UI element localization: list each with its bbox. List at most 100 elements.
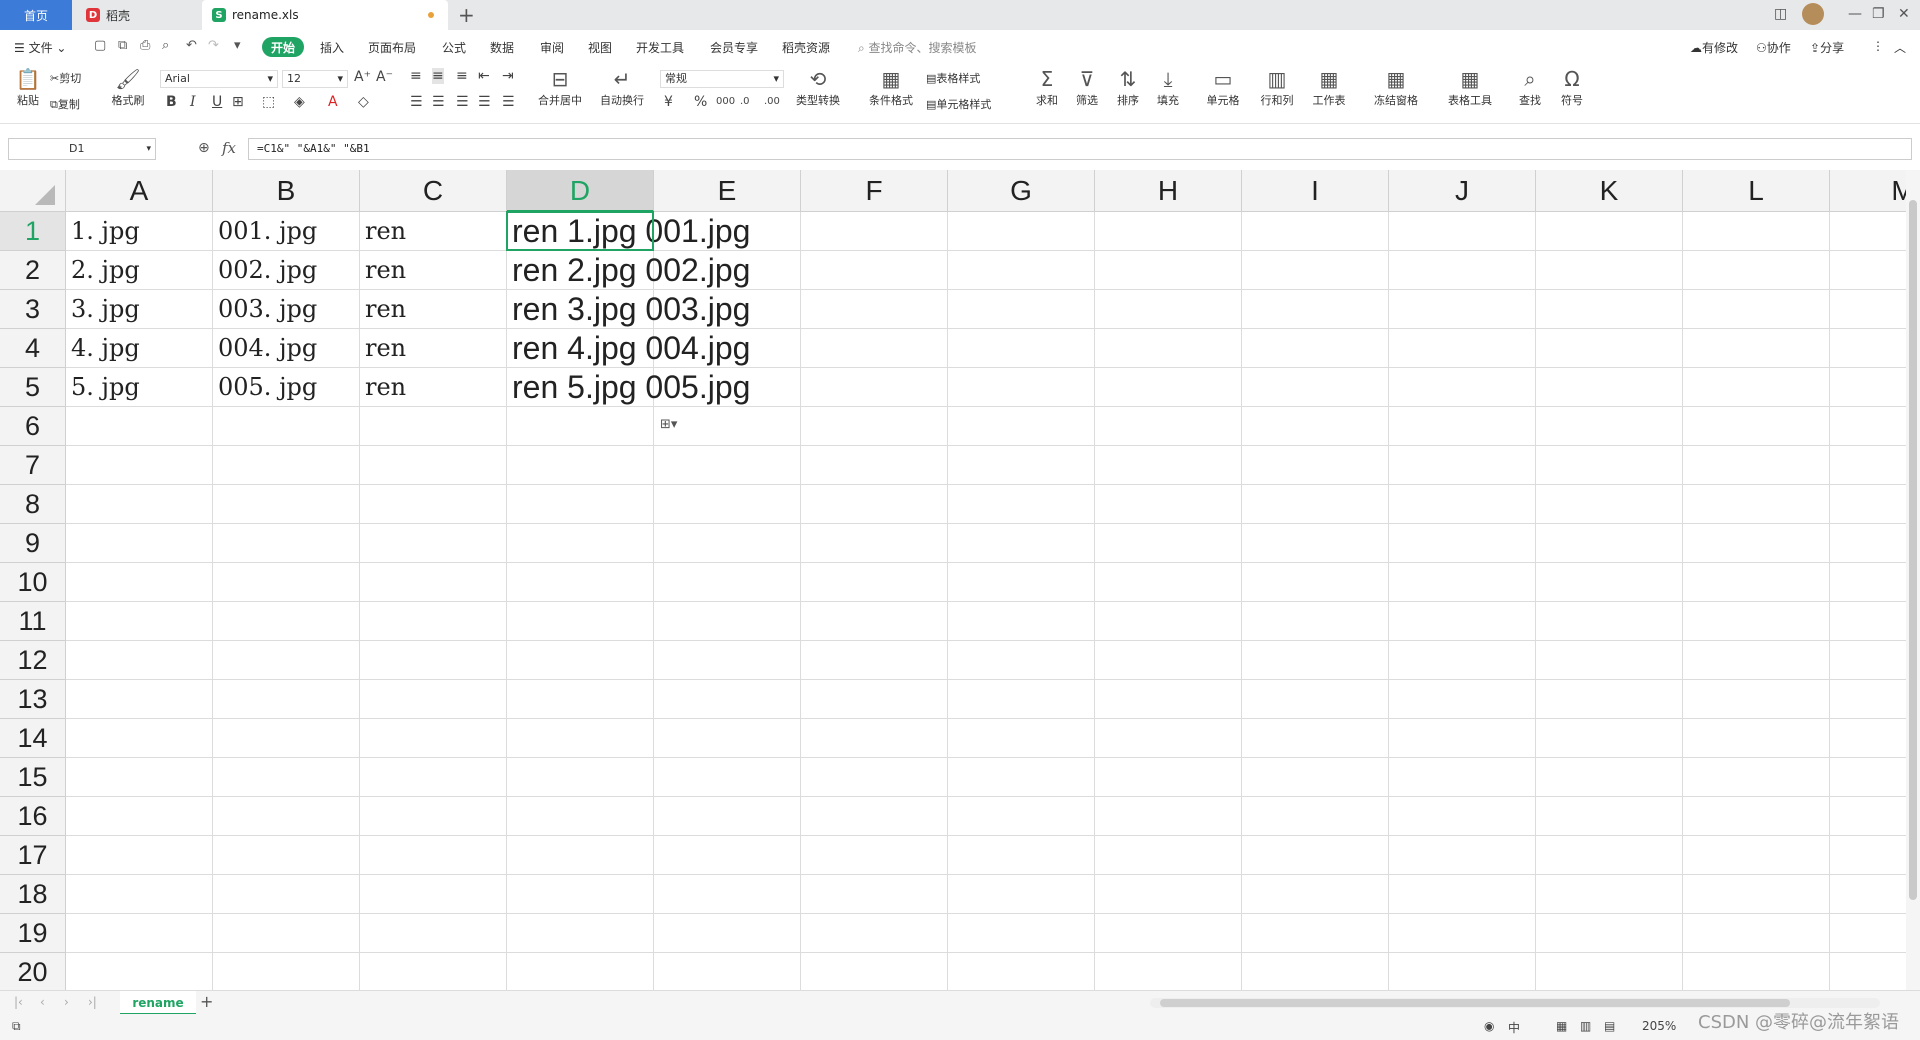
- more-icon[interactable]: ⋮: [1872, 39, 1884, 53]
- select-all-corner[interactable]: [0, 170, 66, 212]
- name-box[interactable]: D1 ▾: [8, 138, 156, 160]
- restore-icon[interactable]: ❐: [1872, 6, 1885, 22]
- percent-icon[interactable]: %: [694, 94, 707, 110]
- row-header-16[interactable]: 16: [0, 797, 66, 836]
- row-header-12[interactable]: 12: [0, 641, 66, 680]
- export-icon[interactable]: ⧉: [118, 38, 134, 54]
- menu-developer[interactable]: 开发工具: [636, 39, 684, 56]
- cell-b2[interactable]: 002. jpg: [213, 251, 317, 290]
- conditional-format-button[interactable]: ▦ 条件格式: [862, 68, 920, 108]
- zoom-formula-icon[interactable]: ⊕: [198, 140, 210, 156]
- justify-icon[interactable]: ☰: [478, 94, 491, 110]
- symbol-button[interactable]: Ω 符号: [1554, 68, 1590, 108]
- column-header-k[interactable]: K: [1536, 170, 1683, 212]
- decrease-font-icon[interactable]: A⁻: [376, 69, 393, 85]
- increase-font-icon[interactable]: A⁺: [354, 69, 371, 85]
- indent-increase-icon[interactable]: ⇥: [502, 68, 514, 84]
- next-sheet-icon[interactable]: ›: [64, 995, 69, 1009]
- column-header-j[interactable]: J: [1389, 170, 1536, 212]
- fill-color-icon[interactable]: ◈: [294, 94, 305, 110]
- normal-view-icon[interactable]: ▦: [1556, 1019, 1567, 1033]
- column-header-e[interactable]: E: [654, 170, 801, 212]
- menu-start[interactable]: 开始: [262, 37, 304, 57]
- sheet-tab-rename[interactable]: rename: [120, 991, 196, 1015]
- column-header-b[interactable]: B: [213, 170, 360, 212]
- cut-button[interactable]: ✂剪切: [50, 70, 96, 86]
- type-convert-button[interactable]: ⟲ 类型转换: [788, 68, 848, 108]
- column-header-c[interactable]: C: [360, 170, 507, 212]
- menu-page-layout[interactable]: 页面布局: [368, 39, 416, 56]
- row-header-1[interactable]: 1: [0, 212, 66, 251]
- align-middle-icon[interactable]: ≡: [432, 68, 444, 84]
- sort-button[interactable]: ⇅ 排序: [1110, 68, 1146, 108]
- distribute-icon[interactable]: ☰: [502, 94, 515, 110]
- cell-fill-icon[interactable]: ⬚: [262, 94, 275, 110]
- collapse-ribbon-icon[interactable]: ︿: [1894, 39, 1906, 56]
- tab-home[interactable]: 首页: [0, 0, 72, 30]
- cell-a2[interactable]: 2. jpg: [66, 251, 140, 290]
- redo-icon[interactable]: ↷: [208, 38, 224, 54]
- menu-data[interactable]: 数据: [490, 39, 514, 56]
- indent-decrease-icon[interactable]: ⇤: [478, 68, 490, 84]
- font-size-select[interactable]: 12 ▾: [282, 70, 348, 88]
- cell-style-button[interactable]: ▤单元格样式: [926, 96, 1020, 112]
- cell-b4[interactable]: 004. jpg: [213, 329, 317, 368]
- cell-b5[interactable]: 005. jpg: [213, 368, 317, 407]
- column-header-d[interactable]: D: [507, 170, 654, 212]
- command-search[interactable]: ⌕ 查找命令、搜索模板: [858, 39, 977, 56]
- zoom-level[interactable]: 205%: [1642, 1019, 1676, 1033]
- column-header-f[interactable]: F: [801, 170, 948, 212]
- page-layout-view-icon[interactable]: ▥: [1580, 1019, 1591, 1033]
- sum-button[interactable]: Σ 求和: [1030, 68, 1064, 108]
- menu-file[interactable]: ☰ 文件 ⌄: [14, 39, 66, 56]
- column-header-g[interactable]: G: [948, 170, 1095, 212]
- fill-button[interactable]: ⤓ 填充: [1150, 68, 1186, 108]
- increase-decimal-icon[interactable]: .0: [740, 96, 750, 107]
- prev-sheet-icon[interactable]: ‹: [40, 995, 45, 1009]
- first-sheet-icon[interactable]: |‹: [14, 995, 23, 1009]
- align-right-icon[interactable]: ☰: [456, 94, 469, 110]
- row-header-15[interactable]: 15: [0, 758, 66, 797]
- save-icon[interactable]: ▢: [94, 38, 110, 54]
- menu-view[interactable]: 视图: [588, 39, 612, 56]
- preview-icon[interactable]: ⌕: [162, 38, 178, 54]
- table-tools-button[interactable]: ▦ 表格工具: [1440, 68, 1500, 108]
- menu-member[interactable]: 会员专享: [710, 39, 758, 56]
- font-color-icon[interactable]: A: [328, 94, 338, 110]
- wrap-text-button[interactable]: ↵ 自动换行: [594, 68, 650, 108]
- cell-c3[interactable]: ren: [360, 290, 406, 329]
- row-header-20[interactable]: 20: [0, 953, 66, 990]
- row-header-13[interactable]: 13: [0, 680, 66, 719]
- fill-options-icon[interactable]: ⊞▾: [660, 417, 677, 432]
- minimize-icon[interactable]: —: [1848, 6, 1862, 22]
- row-header-7[interactable]: 7: [0, 446, 66, 485]
- align-bottom-icon[interactable]: ≡: [456, 68, 468, 84]
- cell-a5[interactable]: 5. jpg: [66, 368, 140, 407]
- row-header-10[interactable]: 10: [0, 563, 66, 602]
- vertical-scrollbar[interactable]: [1906, 170, 1920, 990]
- row-header-4[interactable]: 4: [0, 329, 66, 368]
- macro-record-icon[interactable]: ⧉: [12, 1019, 21, 1034]
- row-header-6[interactable]: 6: [0, 407, 66, 446]
- format-painter-button[interactable]: 🖌 格式刷: [108, 68, 148, 108]
- horizontal-scrollbar[interactable]: [1150, 998, 1880, 1008]
- cell-a1[interactable]: 1. jpg: [66, 212, 140, 251]
- row-header-3[interactable]: 3: [0, 290, 66, 329]
- column-header-m[interactable]: M: [1830, 170, 1906, 212]
- cell-button[interactable]: ▭ 单元格: [1200, 68, 1246, 108]
- table-style-button[interactable]: ▤表格样式: [926, 70, 1006, 86]
- row-header-14[interactable]: 14: [0, 719, 66, 758]
- row-header-9[interactable]: 9: [0, 524, 66, 563]
- undo-icon[interactable]: ↶: [186, 38, 202, 54]
- number-format-select[interactable]: 常规 ▾: [660, 70, 784, 88]
- merge-center-button[interactable]: ⊟ 合并居中: [530, 68, 590, 108]
- row-header-18[interactable]: 18: [0, 875, 66, 914]
- menu-review[interactable]: 审阅: [540, 39, 564, 56]
- vertical-scroll-thumb[interactable]: [1909, 200, 1917, 900]
- cell-c5[interactable]: ren: [360, 368, 406, 407]
- cell-d4[interactable]: ren 4.jpg 004.jpg: [507, 329, 750, 368]
- cell-b1[interactable]: 001. jpg: [213, 212, 317, 251]
- cell-b3[interactable]: 003. jpg: [213, 290, 317, 329]
- column-header-i[interactable]: I: [1242, 170, 1389, 212]
- cell-d2[interactable]: ren 2.jpg 002.jpg: [507, 251, 750, 290]
